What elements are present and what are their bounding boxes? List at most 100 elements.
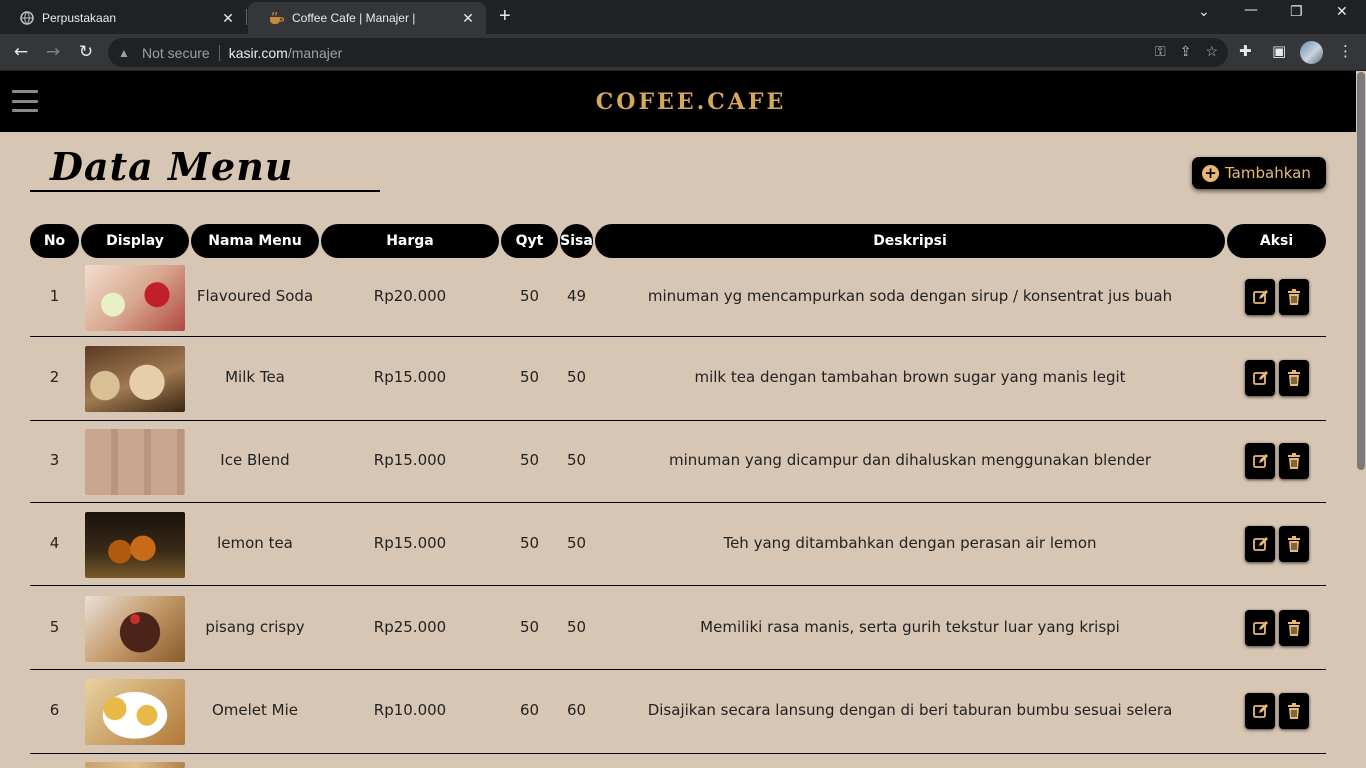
row-divider: [30, 502, 1326, 503]
share-icon[interactable]: ⇪: [1180, 43, 1192, 60]
delete-button[interactable]: [1279, 610, 1309, 646]
row-divider: [30, 753, 1326, 754]
cell-no: 6: [49, 701, 60, 719]
cell-sisa: 50: [566, 451, 587, 469]
close-icon[interactable]: ✕: [460, 10, 476, 27]
delete-button[interactable]: [1279, 526, 1309, 562]
cell-sisa: 49: [566, 287, 587, 305]
page-title: Data Menu: [50, 144, 294, 189]
reload-icon[interactable]: ↻: [75, 41, 97, 63]
delete-button[interactable]: [1279, 693, 1309, 729]
add-menu-button[interactable]: + Tambahkan: [1192, 157, 1326, 189]
star-icon[interactable]: ☆: [1205, 43, 1218, 60]
column-header-sisa: Sisa: [560, 224, 593, 258]
menu-photo: [85, 512, 185, 578]
row-divider: [30, 420, 1326, 421]
column-header-aksi: Aksi: [1227, 224, 1326, 258]
key-icon[interactable]: ⚿: [1155, 43, 1166, 60]
cell-nama-menu: Flavoured Soda: [196, 287, 314, 305]
column-header-nama-menu: Nama Menu: [191, 224, 319, 258]
cell-qty: 50: [519, 618, 540, 636]
cell-sisa: 60: [566, 701, 587, 719]
tab-title: Perpustakaan: [42, 11, 117, 25]
column-header-display: Display: [81, 224, 189, 258]
edit-button[interactable]: [1245, 610, 1275, 646]
tab-search-chevron-icon[interactable]: ⌄: [1198, 4, 1210, 20]
cell-nama-menu: Milk Tea: [225, 368, 285, 386]
cell-no: 2: [49, 368, 60, 386]
globe-icon: [20, 11, 34, 25]
delete-button[interactable]: [1279, 279, 1309, 315]
cell-nama-menu: lemon tea: [217, 534, 293, 552]
cell-qty: 60: [519, 701, 540, 719]
plus-circle-icon: +: [1202, 164, 1219, 182]
edit-button[interactable]: [1245, 443, 1275, 479]
reading-list-icon[interactable]: ▣: [1272, 42, 1286, 60]
row-divider: [30, 669, 1326, 670]
cell-sisa: 50: [566, 618, 587, 636]
menu-photo: [85, 346, 185, 412]
cell-deskripsi: minuman yang dicampur dan dihaluskan men…: [668, 451, 1152, 469]
cell-qty: 50: [519, 368, 540, 386]
edit-button[interactable]: [1245, 526, 1275, 562]
cell-qty: 50: [519, 451, 540, 469]
edit-icon: [1253, 454, 1268, 468]
cell-harga: Rp15.000: [373, 451, 447, 469]
brand-logo[interactable]: COFEE.CAFE: [0, 89, 1366, 115]
browser-toolbar: ← → ↻ ▲ Not secure kasir.com/manajer ⚿ ⇪…: [0, 34, 1366, 71]
menu-photo: [85, 265, 185, 331]
edit-button[interactable]: [1245, 279, 1275, 315]
warning-triangle-icon[interactable]: ▲: [118, 46, 136, 60]
delete-button[interactable]: [1279, 443, 1309, 479]
delete-button[interactable]: [1279, 360, 1309, 396]
cell-deskripsi: minuman yg mencampurkan soda dengan siru…: [647, 287, 1173, 305]
coffee-cup-icon: [270, 11, 284, 24]
minimize-icon[interactable]: —: [1244, 2, 1258, 18]
column-header-harga: Harga: [321, 224, 499, 258]
edit-icon: [1253, 290, 1268, 304]
window-close-icon[interactable]: ✕: [1336, 4, 1348, 20]
site-header: COFEE.CAFE: [0, 71, 1356, 132]
page-scrollbar-thumb[interactable]: [1357, 72, 1365, 470]
url-host: kasir.com: [228, 44, 288, 61]
cell-deskripsi: milk tea dengan tambahan brown sugar yan…: [694, 368, 1126, 386]
cell-sisa: 50: [566, 368, 587, 386]
cell-harga: Rp15.000: [373, 534, 447, 552]
cell-sisa: 50: [566, 534, 587, 552]
edit-button[interactable]: [1245, 693, 1275, 729]
trash-icon: [1288, 370, 1300, 386]
browser-tab-coffee-cafe[interactable]: Coffee Cafe | Manajer | ✕: [248, 2, 486, 34]
menu-photo: [85, 429, 185, 495]
row-divider: [30, 585, 1326, 586]
new-tab-plus-icon[interactable]: +: [499, 6, 511, 26]
cell-harga: Rp25.000: [373, 618, 447, 636]
cell-no: 1: [49, 287, 60, 305]
cell-no: 3: [49, 451, 60, 469]
tab-separator: [246, 9, 247, 25]
menu-photo: [85, 596, 185, 662]
edit-icon: [1253, 371, 1268, 385]
extensions-puzzle-icon[interactable]: ✚: [1239, 42, 1252, 60]
menu-photo: [85, 679, 185, 745]
column-header-qty: Qyt: [501, 224, 558, 258]
cell-qty: 50: [519, 287, 540, 305]
trash-icon: [1288, 536, 1300, 552]
forward-arrow-icon[interactable]: →: [42, 41, 64, 63]
menu-photo: [85, 762, 185, 768]
cell-deskripsi: Disajikan secara lansung dengan di beri …: [647, 701, 1173, 719]
security-status[interactable]: Not secure: [142, 45, 210, 61]
browser-tab-perpustakaan[interactable]: Perpustakaan ✕: [0, 2, 246, 34]
restore-icon[interactable]: ❐: [1290, 4, 1303, 20]
back-arrow-icon[interactable]: ←: [10, 41, 32, 63]
cell-nama-menu: pisang crispy: [205, 618, 305, 636]
cell-deskripsi: Teh yang ditambahkan dengan perasan air …: [723, 534, 1097, 552]
cell-harga: Rp20.000: [373, 287, 447, 305]
browser-menu-icon[interactable]: ⋮: [1338, 42, 1353, 60]
edit-button[interactable]: [1245, 360, 1275, 396]
address-bar[interactable]: ▲ Not secure kasir.com/manajer ⚿ ⇪ ☆: [108, 38, 1228, 67]
profile-avatar[interactable]: [1300, 41, 1323, 64]
trash-icon: [1288, 620, 1300, 636]
close-icon[interactable]: ✕: [220, 10, 236, 27]
add-button-label: Tambahkan: [1225, 164, 1311, 182]
column-header-deskripsi: Deskripsi: [595, 224, 1225, 258]
